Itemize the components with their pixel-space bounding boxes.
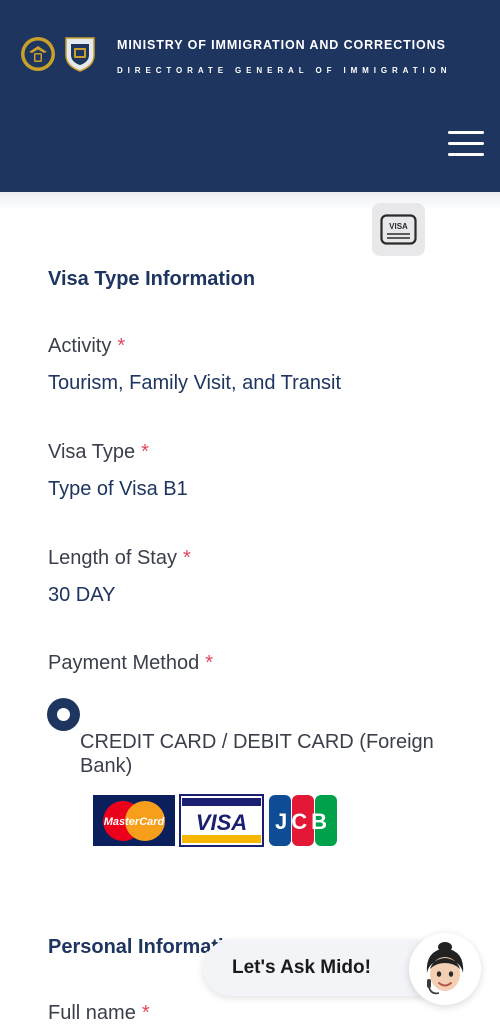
required-asterisk: * [141, 1002, 150, 1024]
required-asterisk: * [141, 441, 149, 463]
payment-method-label: Payment Method * [48, 652, 213, 674]
visa-type-value: Type of Visa B1 [48, 478, 188, 500]
immigration-logo-icon [65, 37, 95, 72]
garuda-emblem-icon [21, 37, 55, 71]
visa-text: VISA [196, 810, 247, 835]
chat-label: Let's Ask Mido! [232, 957, 371, 978]
required-asterisk: * [182, 547, 191, 569]
mido-avatar-icon [409, 933, 481, 1005]
visa-logo: VISA [179, 794, 264, 847]
activity-value: Tourism, Family Visit, and Transit [48, 372, 342, 394]
site-header: MINISTRY OF IMMIGRATION AND CORRECTIONS … [0, 0, 500, 192]
jcb-logo: JCB [269, 795, 337, 846]
credit-card-option-label[interactable]: CREDIT CARD / DEBIT CARD (Foreign Bank) [80, 730, 470, 778]
card-brand-logos: MasterCard VISA JCB [93, 794, 337, 847]
visa-badge: VISA [372, 203, 425, 256]
activity-label: Activity * [48, 335, 126, 357]
mastercard-logo: MasterCard [93, 795, 175, 846]
directorate-subtitle: DIRECTORATE GENERAL OF IMMIGRATION [117, 66, 452, 75]
ministry-title: MINISTRY OF IMMIGRATION AND CORRECTIONS [117, 38, 446, 52]
visa-type-label: Visa Type * [48, 441, 149, 463]
svg-text:VISA: VISA [389, 222, 408, 231]
mastercard-text: MasterCard [104, 816, 165, 828]
hamburger-menu-icon[interactable] [448, 131, 486, 157]
mido-avatar[interactable] [409, 933, 481, 1005]
jcb-text: JCB [275, 809, 331, 834]
full-name-label: Full name * [48, 1002, 150, 1024]
ask-mido-chat-button[interactable]: Let's Ask Mido! [203, 940, 443, 996]
visa-type-section-title: Visa Type Information [48, 268, 256, 290]
credit-card-radio[interactable] [47, 698, 80, 731]
length-of-stay-value: 30 DAY [48, 584, 116, 606]
header-shadow [0, 192, 500, 210]
required-asterisk: * [117, 335, 126, 357]
length-of-stay-label: Length of Stay * [48, 547, 191, 569]
visa-card-icon: VISA [380, 214, 417, 245]
required-asterisk: * [205, 652, 213, 674]
